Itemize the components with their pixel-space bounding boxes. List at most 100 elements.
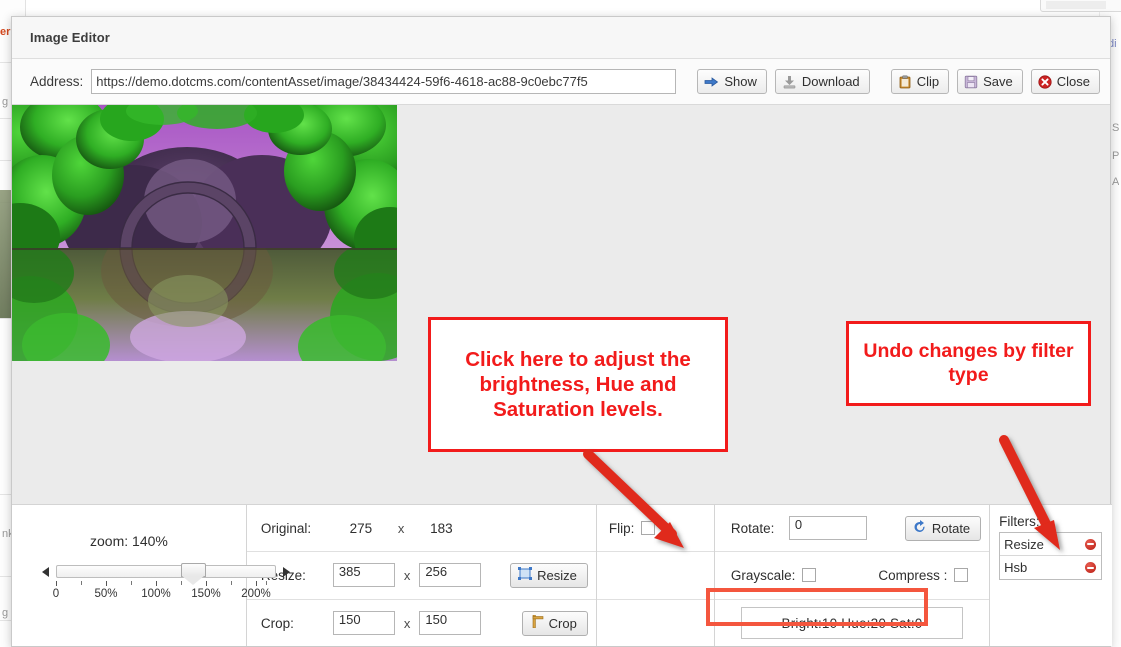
rotate-icon [913,520,927,536]
image-preview[interactable] [12,105,397,361]
original-size-row: Original: 275 x 183 [247,505,596,552]
zoom-slider[interactable]: 050%100%150%200% [42,563,290,583]
background-text: P [1112,150,1119,162]
filter-item-label: Hsb [1004,560,1027,575]
address-input[interactable]: https://demo.dotcms.com/contentAsset/ima… [91,69,676,94]
download-button-label: Download [802,74,860,89]
zoom-slider-handle[interactable] [181,563,206,577]
zoom-tick [256,581,257,586]
zoom-level-label: zoom: 140% [12,533,246,549]
filters-panel: Filters: Resize Hsb [989,505,1112,646]
compress-label: Compress : [878,568,947,583]
save-button-label: Save [983,74,1013,89]
crop-button[interactable]: Crop [522,611,588,636]
resize-button-label: Resize [537,568,577,583]
flip-checkbox[interactable] [641,521,655,535]
resize-width-input[interactable]: 385 [333,563,395,587]
zoom-tick-label: 150% [191,588,220,600]
show-button-label: Show [724,74,757,89]
crop-height-input[interactable]: 150 [419,611,481,635]
arrow-right-icon [704,75,719,89]
original-height: 183 [413,521,469,536]
download-icon [782,75,797,89]
filter-item[interactable]: Hsb [1000,556,1101,579]
address-label: Address: [30,74,83,89]
hsb-summary-button[interactable]: Bright:10 Hue:20 Sat:0 [741,607,963,639]
original-width: 275 [333,521,389,536]
download-button[interactable]: Download [775,69,870,94]
dialog-title: Image Editor [12,17,1110,59]
zoom-tick-label: 100% [141,588,170,600]
zoom-slider-ticks: 050%100%150%200% [56,581,276,603]
clip-button[interactable]: Clip [891,69,949,94]
clipboard-icon [898,75,912,89]
rotate-row: Rotate: 0 Rotate [715,505,989,552]
filter-item-label: Resize [1004,537,1044,552]
resize-height-input[interactable]: 256 [419,563,481,587]
background-text: g [2,96,8,108]
filters-title: Filters: [999,514,1102,529]
filter-item[interactable]: Resize [1000,533,1101,556]
address-toolbar: Address: https://demo.dotcms.com/content… [12,59,1110,105]
callout-undo: Undo changes by filter type [846,321,1091,406]
flip-spacer-row [597,600,714,647]
zoom-tick [156,581,157,586]
editor-controls: zoom: 140% 050%100%150%200% Original: 27… [12,504,1112,646]
show-button[interactable]: Show [697,69,767,94]
crop-button-label: Crop [549,616,577,631]
filter-delete-icon[interactable] [1085,562,1096,573]
size-separator: x [395,616,420,631]
zoom-tick [106,581,107,586]
background-text: S [1112,122,1119,134]
resize-icon [518,567,532,583]
background-text: A [1112,176,1119,188]
crop-label: Crop: [261,616,333,631]
zoom-slider-track[interactable] [56,565,276,578]
size-separator: x [389,521,414,536]
filter-delete-icon[interactable] [1085,539,1096,550]
filters-list: Resize Hsb [999,532,1102,580]
resize-row: Resize: 385 x 256 [247,552,596,599]
zoom-tick-minor [81,581,82,585]
background-top-card-bar [1046,1,1106,9]
zoom-tick [56,581,57,586]
grayscale-label: Grayscale: [731,568,796,583]
rotate-button[interactable]: Rotate [905,516,981,541]
zoom-tick-minor [266,581,267,585]
background-text: g [2,607,8,619]
zoom-decrease-arrow[interactable] [42,567,49,577]
grayscale-checkbox[interactable] [802,568,816,582]
flip-row: Flip: [597,505,714,552]
size-column: Original: 275 x 183 Resize: 385 x 256 [247,505,597,646]
close-button[interactable]: Close [1031,69,1100,94]
hsb-row: Bright:10 Hue:20 Sat:0 [715,600,989,647]
crop-icon [530,615,544,631]
rotate-label: Rotate: [731,521,789,536]
close-icon [1038,75,1052,89]
grayscale-compress-row: Grayscale: Compress : [715,552,989,599]
rotate-button-label: Rotate [932,521,970,536]
zoom-tick-minor [181,581,182,585]
rotate-input[interactable]: 0 [789,516,867,540]
close-button-label: Close [1057,74,1090,89]
zoom-tick-minor [131,581,132,585]
zoom-panel: zoom: 140% 050%100%150%200% [12,505,247,646]
original-label: Original: [261,521,333,536]
compress-checkbox[interactable] [954,568,968,582]
resize-button[interactable]: Resize [510,563,588,588]
zoom-tick-label: 0 [53,588,59,600]
size-separator: x [395,568,420,583]
transform-panel: Original: 275 x 183 Resize: 385 x 256 [247,505,989,646]
crop-row: Crop: 150 x 150 Crop [247,600,596,647]
zoom-tick-label: 200% [241,588,270,600]
zoom-tick [206,581,207,586]
devils-bridge-photo [12,105,397,361]
clip-button-label: Clip [917,74,939,89]
flip-spacer-row [597,552,714,599]
zoom-tick-minor [231,581,232,585]
floppy-disk-icon [964,75,978,89]
crop-width-input[interactable]: 150 [333,611,395,635]
zoom-increase-arrow[interactable] [283,567,290,577]
flip-column: Flip: [597,505,715,646]
save-button[interactable]: Save [957,69,1023,94]
